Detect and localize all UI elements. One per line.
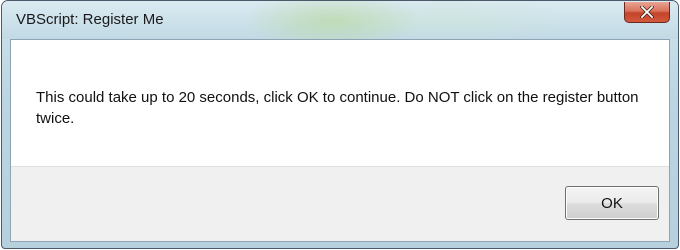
close-icon (640, 6, 654, 18)
dialog-body: This could take up to 20 seconds, click … (10, 39, 670, 242)
window-title: VBScript: Register Me (16, 11, 164, 28)
dialog-message: This could take up to 20 seconds, click … (36, 89, 639, 127)
ok-button[interactable]: OK (565, 186, 659, 220)
close-button[interactable] (624, 2, 670, 23)
message-box-window: VBScript: Register Me This could take up… (1, 0, 679, 249)
button-area: OK (11, 166, 669, 241)
title-bar[interactable]: VBScript: Register Me (2, 1, 678, 39)
